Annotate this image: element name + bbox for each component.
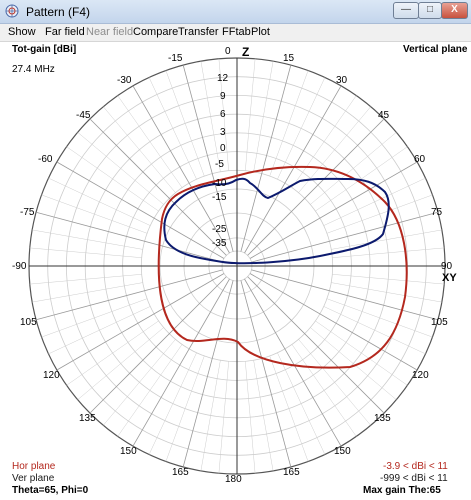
grid-spoke: [240, 280, 292, 468]
gain-label: 9: [220, 91, 226, 102]
grid-spoke: [48, 177, 151, 226]
title-bar: Pattern (F4) — □ X: [0, 0, 471, 24]
xy-axis-label: XY: [442, 272, 457, 284]
grid-spoke: [249, 273, 418, 371]
angle-label: 90: [441, 261, 453, 272]
angle-label: 165: [172, 467, 189, 478]
menu-plot[interactable]: Plot: [251, 26, 270, 38]
grid-spoke: [244, 278, 342, 447]
angle-label: 120: [412, 370, 429, 381]
grid-spoke: [247, 276, 385, 414]
frequency-label: 27.4 MHz: [12, 64, 55, 75]
gain-label: 3: [220, 127, 226, 138]
minimize-button[interactable]: —: [393, 2, 419, 19]
z-axis-label: Z: [242, 45, 250, 59]
gain-label: 0: [220, 143, 226, 154]
grid-spoke: [182, 280, 234, 468]
gain-label: -25: [212, 224, 227, 235]
polar-plot: [28, 57, 446, 475]
angle-label: 165: [283, 467, 300, 478]
grid-spoke: [277, 77, 326, 180]
ver-gain-range: -999 < dBi < 11: [380, 473, 448, 484]
angle-label: 15: [283, 53, 295, 64]
angle-label: 180: [225, 474, 242, 485]
grid-spoke: [251, 211, 439, 263]
gain-label: -10: [212, 178, 227, 189]
grid-spoke: [35, 269, 223, 321]
angle-label: -75: [20, 207, 35, 218]
grid-spoke: [132, 278, 230, 447]
grid-spoke: [35, 211, 223, 263]
angle-label: 120: [43, 370, 60, 381]
window-title: Pattern (F4): [26, 5, 91, 19]
menu-compare[interactable]: Compare: [133, 26, 178, 38]
angle-label: 135: [374, 413, 391, 424]
angle-label: 105: [20, 317, 37, 328]
grid-spoke: [56, 161, 225, 259]
gain-unit-label: Tot-gain [dBi]: [12, 44, 77, 55]
gain-label: -15: [212, 192, 227, 203]
cursor-readout: Theta=65, Phi=0: [12, 485, 89, 496]
angle-label: -90: [12, 261, 27, 272]
menu-fftab[interactable]: FFtab: [222, 26, 251, 38]
angle-label: 150: [120, 446, 137, 457]
angle-label: 135: [79, 413, 96, 424]
angle-label: 0: [225, 46, 231, 57]
menu-far-field[interactable]: Far field: [45, 26, 85, 38]
grid-spoke: [56, 273, 225, 371]
gain-label: -5: [215, 159, 224, 170]
menu-transfer[interactable]: Transfer: [178, 26, 219, 38]
angle-label: 45: [378, 110, 390, 121]
grid-spoke: [89, 276, 227, 414]
ver-plane-curve: [163, 177, 390, 265]
angle-label: 30: [336, 75, 348, 86]
menu-near-field[interactable]: Near field: [86, 26, 133, 38]
grid-spoke: [89, 118, 227, 256]
close-button[interactable]: X: [441, 2, 468, 19]
grid-spoke: [323, 306, 426, 355]
grid-spoke: [148, 352, 197, 455]
angle-label: 105: [431, 317, 448, 328]
grid-spoke: [247, 118, 385, 256]
gain-label: 12: [217, 73, 229, 84]
legend-ver-plane: Ver plane: [12, 473, 55, 484]
hor-gain-range: -3.9 < dBi < 11: [383, 461, 448, 472]
angle-label: -45: [76, 110, 91, 121]
grid-spoke: [148, 77, 197, 180]
legend-hor-plane: Hor plane: [12, 461, 56, 472]
app-icon: [5, 4, 19, 18]
gain-label: 6: [220, 109, 226, 120]
maximize-button[interactable]: □: [418, 2, 442, 19]
angle-label: -15: [168, 53, 183, 64]
angle-label: -30: [117, 75, 132, 86]
angle-label: 75: [431, 207, 443, 218]
grid-spoke: [48, 306, 151, 355]
angle-label: 60: [414, 154, 426, 165]
angle-label: 150: [334, 446, 351, 457]
gain-label: -35: [212, 238, 227, 249]
grid-spoke: [251, 269, 439, 321]
menu-show[interactable]: Show: [8, 26, 36, 38]
grid-spoke: [240, 64, 292, 252]
angle-label: -60: [38, 154, 53, 165]
menu-bar: Show Far field Near field Compare Transf…: [0, 24, 471, 42]
max-gain-readout: Max gain The:65: [363, 485, 441, 496]
plane-label: Vertical plane: [403, 44, 468, 55]
